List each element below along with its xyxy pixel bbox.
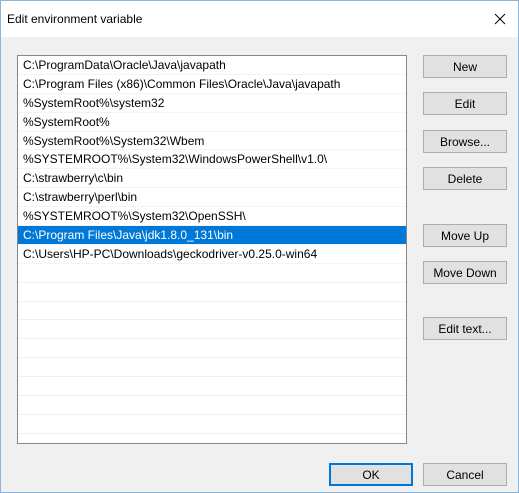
ok-button[interactable]: OK — [329, 463, 413, 486]
list-empty-row — [18, 396, 406, 415]
edit-text-button[interactable]: Edit text... — [423, 317, 507, 340]
list-item[interactable]: C:\ProgramData\Oracle\Java\javapath — [18, 56, 406, 75]
list-empty-row — [18, 320, 406, 340]
list-empty-row — [18, 377, 406, 397]
list-empty-row — [18, 302, 406, 321]
path-list[interactable]: C:\ProgramData\Oracle\Java\javapath C:\Pr… — [17, 55, 407, 444]
list-item[interactable]: %SYSTEMROOT%\System32\WindowsPowerShell\… — [18, 150, 406, 170]
list-item[interactable]: %SystemRoot%\System32\Wbem — [18, 132, 406, 151]
move-up-button[interactable]: Move Up — [423, 224, 507, 247]
list-empty-row — [18, 415, 406, 434]
title-bar: Edit environment variable — [1, 1, 518, 37]
delete-button[interactable]: Delete — [423, 167, 507, 190]
list-item[interactable]: %SYSTEMROOT%\System32\OpenSSH\ — [18, 207, 406, 227]
list-item[interactable]: C:\strawberry\c\bin — [18, 169, 406, 189]
edit-button[interactable]: Edit — [423, 92, 507, 115]
list-item-selected[interactable]: C:\Program Files\Java\jdk1.8.0_131\bin — [18, 226, 406, 245]
move-down-button[interactable]: Move Down — [423, 261, 507, 284]
edit-environment-variable-dialog: Edit environment variable C:\ProgramData… — [0, 0, 519, 493]
new-button[interactable]: New — [423, 55, 507, 78]
list-empty-row — [18, 358, 406, 378]
list-empty-row — [18, 339, 406, 359]
list-empty-row — [18, 264, 406, 283]
list-item[interactable]: C:\Program Files (x86)\Common Files\Orac… — [18, 75, 406, 94]
cancel-button[interactable]: Cancel — [423, 463, 507, 486]
close-icon — [494, 13, 506, 25]
list-item[interactable]: %SystemRoot%\system32 — [18, 94, 406, 113]
list-item[interactable]: C:\strawberry\perl\bin — [18, 188, 406, 208]
list-item[interactable]: C:\Users\HP-PC\Downloads\geckodriver-v0.… — [18, 245, 406, 264]
browse-button[interactable]: Browse... — [423, 130, 507, 153]
close-button[interactable] — [482, 1, 518, 37]
list-item[interactable]: %SystemRoot% — [18, 113, 406, 132]
list-empty-row — [18, 283, 406, 302]
window-title: Edit environment variable — [7, 12, 143, 26]
